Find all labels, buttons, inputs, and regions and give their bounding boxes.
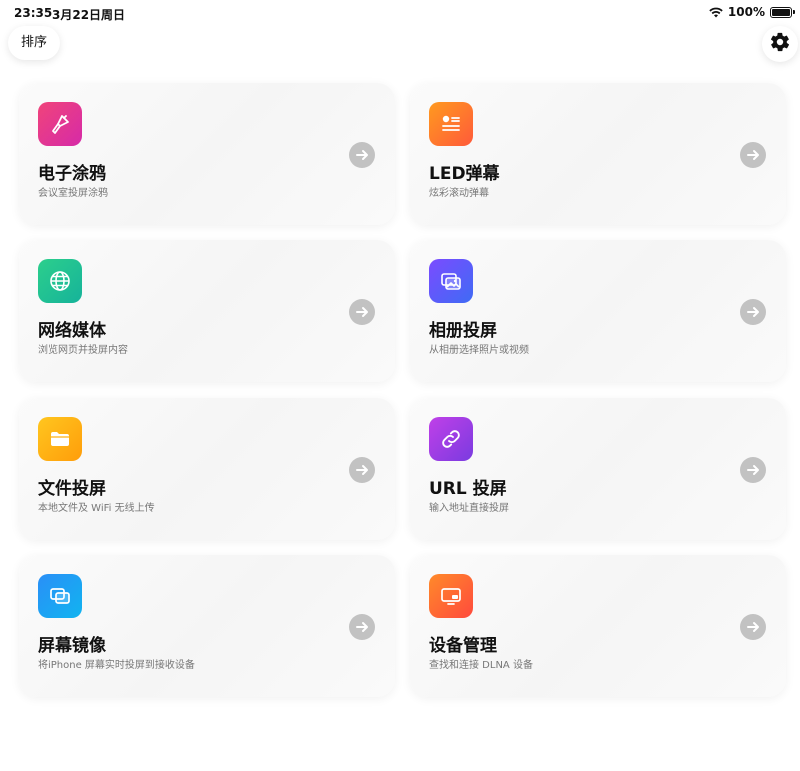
card-title: LED弹幕 (429, 164, 500, 184)
battery-icon (770, 6, 795, 18)
card-file-cast[interactable]: 文件投屏 本地文件及 WiFi 无线上传 (19, 398, 395, 540)
link-icon (429, 417, 473, 461)
arrow-right-icon[interactable] (349, 299, 375, 325)
status-bar: 23:35 3月22日周日 100% (0, 0, 800, 26)
card-subtitle: 输入地址直接投屏 (429, 503, 509, 514)
card-subtitle: 从相册选择照片或视频 (429, 345, 529, 356)
card-title: 屏幕镜像 (38, 636, 106, 656)
settings-button[interactable] (762, 26, 798, 62)
paintbrush-icon (38, 102, 82, 146)
card-led-marquee[interactable]: LED弹幕 炫彩滚动弹幕 (410, 83, 786, 225)
card-title: URL 投屏 (429, 479, 507, 499)
card-subtitle: 炫彩滚动弹幕 (429, 188, 489, 199)
card-subtitle: 会议室投屏涂鸦 (38, 188, 108, 199)
card-title: 电子涂鸦 (38, 164, 106, 184)
card-title: 文件投屏 (38, 479, 106, 499)
led-marquee-icon (429, 102, 473, 146)
sort-button[interactable]: 排序 (8, 26, 60, 60)
arrow-right-icon[interactable] (349, 614, 375, 640)
photos-icon (429, 259, 473, 303)
screen-mirror-icon (38, 574, 82, 618)
gear-icon (769, 31, 791, 57)
card-subtitle: 将iPhone 屏幕实时投屏到接收设备 (38, 660, 195, 671)
card-doodle[interactable]: 电子涂鸦 会议室投屏涂鸦 (19, 83, 395, 225)
arrow-right-icon[interactable] (740, 457, 766, 483)
card-screen-mirror[interactable]: 屏幕镜像 将iPhone 屏幕实时投屏到接收设备 (19, 555, 395, 697)
arrow-right-icon[interactable] (740, 614, 766, 640)
card-subtitle: 浏览网页并投屏内容 (38, 345, 128, 356)
card-device-manage[interactable]: 设备管理 查找和连接 DLNA 设备 (410, 555, 786, 697)
card-subtitle: 查找和连接 DLNA 设备 (429, 660, 533, 671)
card-subtitle: 本地文件及 WiFi 无线上传 (38, 503, 155, 514)
battery-percent: 100% (727, 5, 765, 19)
arrow-right-icon[interactable] (349, 142, 375, 168)
wifi-icon (709, 7, 723, 18)
status-time: 23:35 (14, 6, 53, 20)
globe-icon (38, 259, 82, 303)
device-icon (429, 574, 473, 618)
arrow-right-icon[interactable] (740, 299, 766, 325)
card-title: 网络媒体 (38, 321, 106, 341)
card-title: 相册投屏 (429, 321, 497, 341)
arrow-right-icon[interactable] (740, 142, 766, 168)
arrow-right-icon[interactable] (349, 457, 375, 483)
card-url-cast[interactable]: URL 投屏 输入地址直接投屏 (410, 398, 786, 540)
status-indicators: 100% (709, 5, 795, 19)
folder-icon (38, 417, 82, 461)
card-album-cast[interactable]: 相册投屏 从相册选择照片或视频 (410, 240, 786, 382)
status-date: 3月22日周日 (52, 8, 126, 22)
card-title: 设备管理 (429, 636, 497, 656)
card-web-media[interactable]: 网络媒体 浏览网页并投屏内容 (19, 240, 395, 382)
